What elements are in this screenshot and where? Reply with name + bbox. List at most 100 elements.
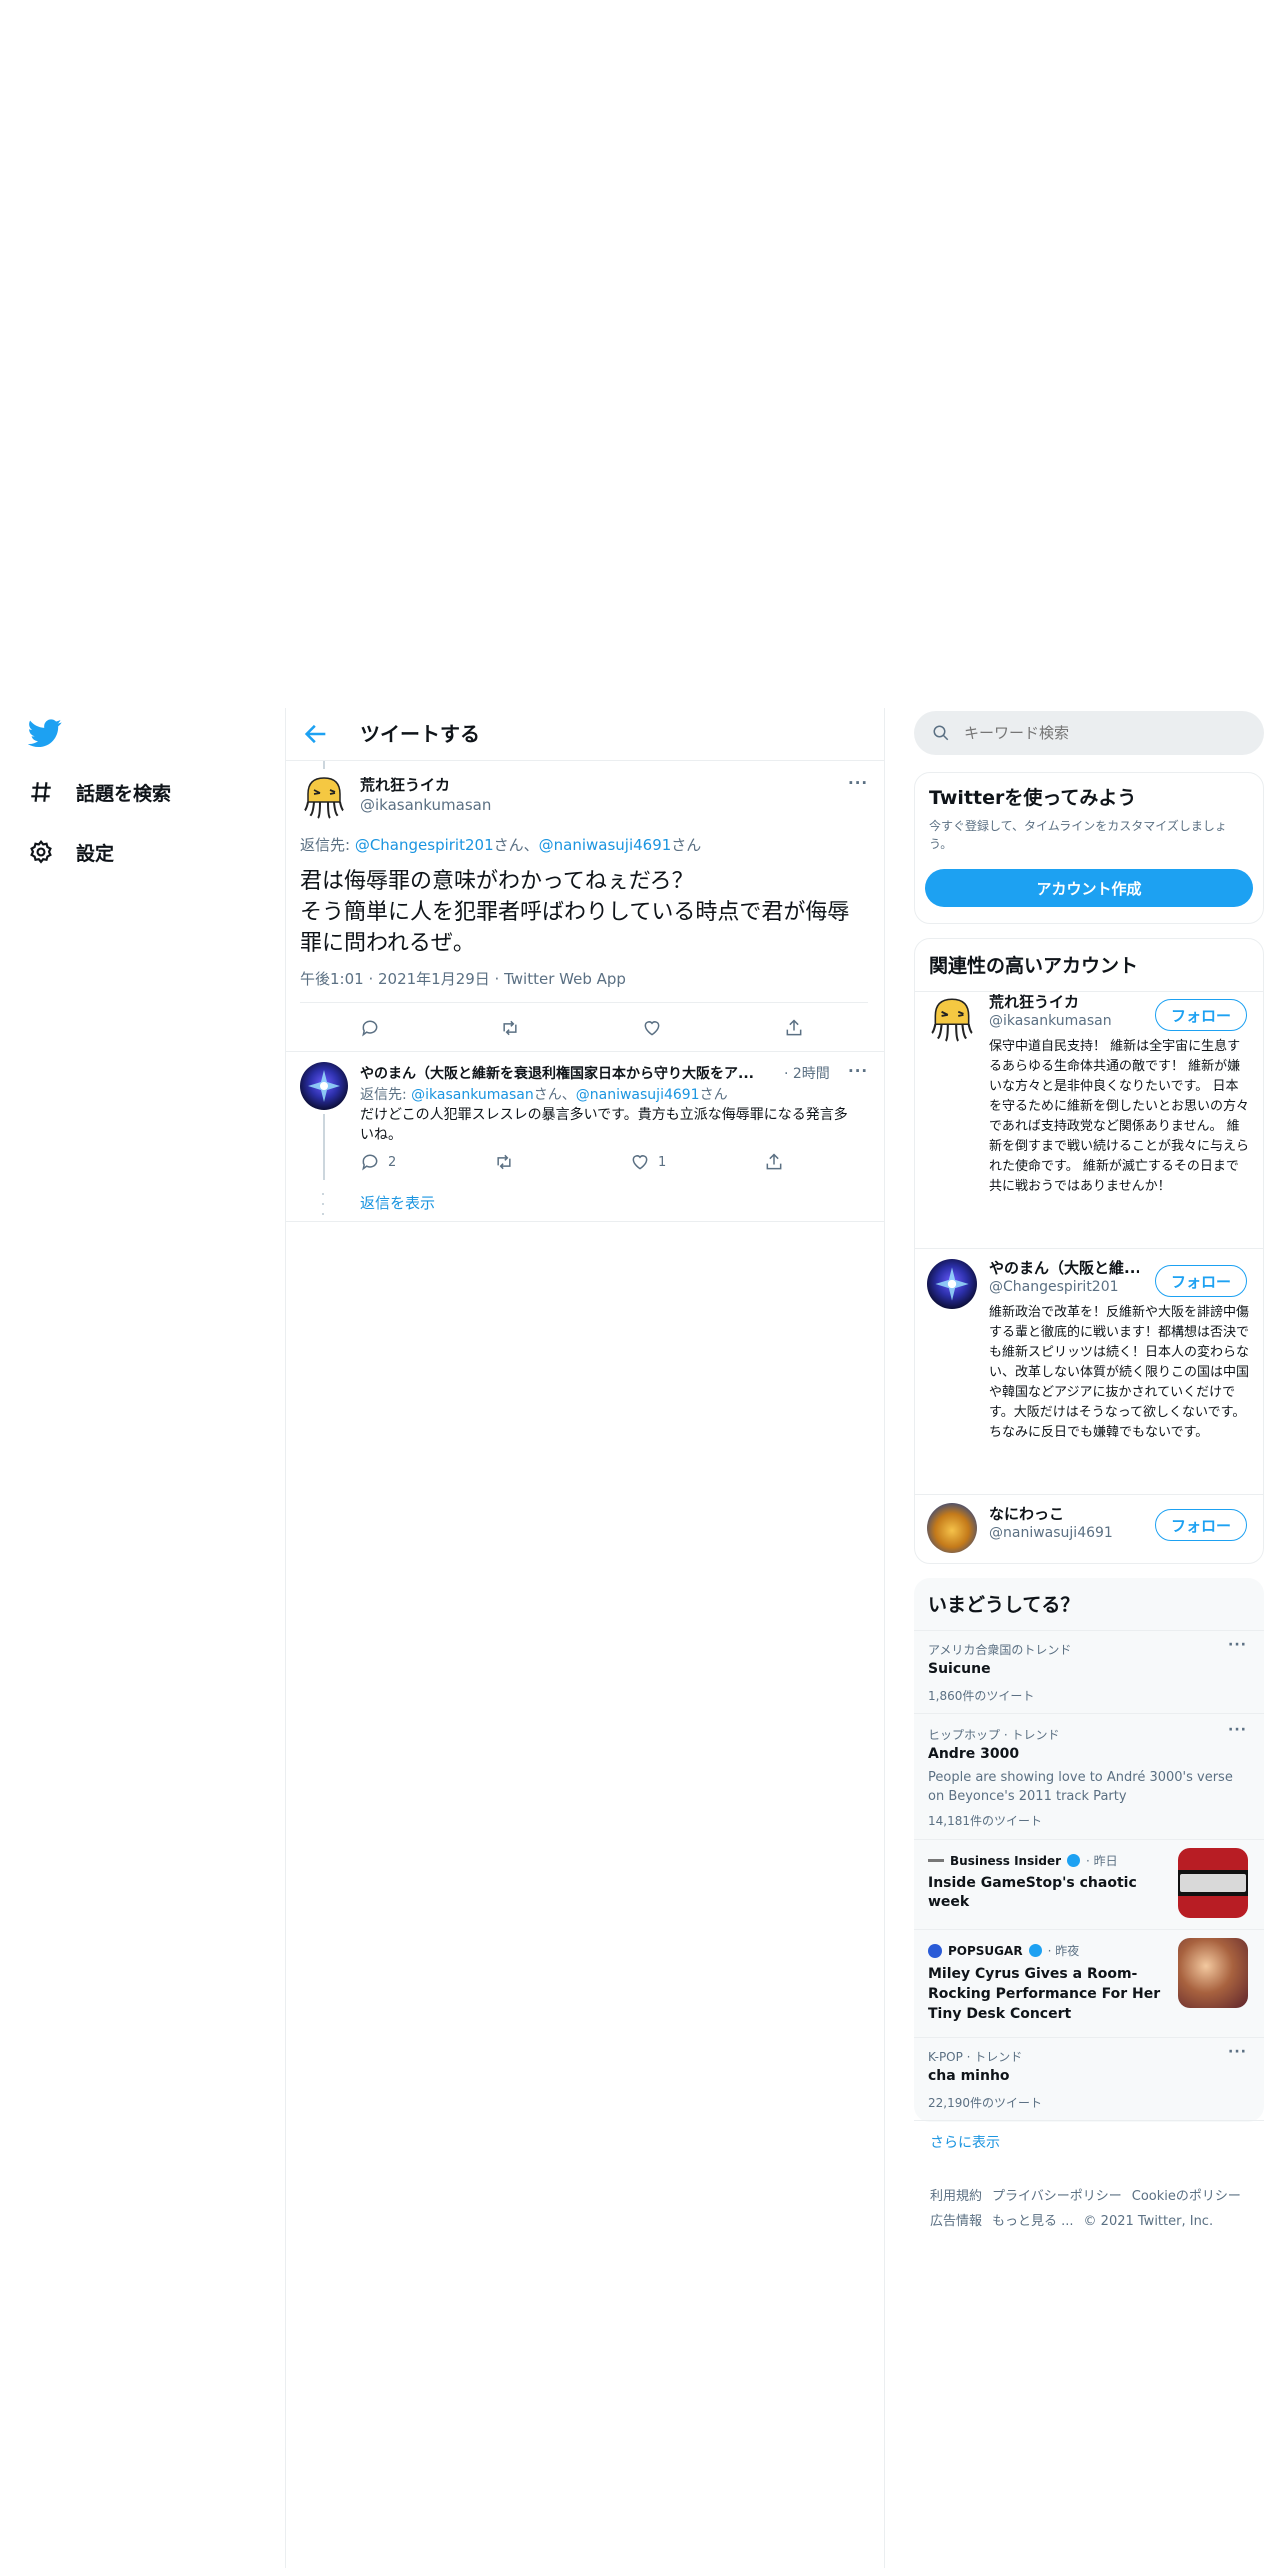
trends-title: いまどうしてる？ — [928, 1594, 1080, 1616]
signup-title: Twitterを使ってみよう — [929, 787, 1137, 809]
follow-button[interactable]: フォロー — [1155, 999, 1247, 1031]
news-thumbnail — [1178, 1938, 1248, 2008]
tweet-text-line: そう簡単に人を犯罪者呼ばわりしている時点で君が侮辱罪に問われるぜ。 — [300, 900, 850, 956]
footer-link-ads[interactable]: 広告情報 — [930, 2214, 982, 2229]
tweet-more-icon[interactable]: ··· — [848, 774, 868, 792]
share-icon[interactable] — [784, 1018, 804, 1042]
news-item[interactable]: POPSUGAR · 昨夜 Miley Cyrus Gives a Room-R… — [914, 1930, 1264, 2038]
footer-link-more[interactable]: もっと見る ... — [992, 2214, 1074, 2229]
reply-share-icon[interactable] — [764, 1152, 784, 1176]
reply-suffix: さん — [671, 836, 702, 854]
account-avatar[interactable] — [927, 1259, 977, 1309]
signup-card: Twitterを使ってみよう 今すぐ登録して、タイムラインをカスタマイズしましょ… — [914, 772, 1264, 924]
hashtag-icon — [31, 782, 51, 802]
nav-explore[interactable]: 話題を検索 — [28, 770, 171, 814]
trend-more-icon[interactable]: ··· — [1228, 1722, 1247, 1738]
reply-count: 2 — [388, 1154, 397, 1170]
trend-desc: People are showing love to André 3000's … — [928, 1770, 1233, 1804]
retweet-icon[interactable] — [500, 1018, 520, 1042]
account-name[interactable]: やのまん（大阪と維... — [989, 1257, 1139, 1278]
news-source-row: Business Insider · 昨日 — [928, 1852, 1118, 1869]
trend-context: ヒップホップ · トレンド — [928, 1728, 1060, 1742]
tweet-meta[interactable]: 午後1:01 · 2021年1月29日 · Twitter Web App — [300, 968, 626, 989]
tweet-author-avatar[interactable] — [300, 772, 348, 820]
reply-retweet-icon[interactable] — [494, 1152, 514, 1176]
account-bio: 保守中道自民支持！ 維新は全宇宙に生息するあらゆる生命体共通の敵です！ 維新が嫌… — [989, 1039, 1250, 1194]
trend-more-icon[interactable]: ··· — [1228, 2044, 1247, 2060]
footer-link-cookies[interactable]: Cookieのポリシー — [1132, 2189, 1241, 2204]
back-arrow-icon[interactable] — [302, 720, 330, 748]
reply-prefix: 返信先: — [360, 1087, 412, 1103]
footer-row: 広告情報 もっと見る ... © 2021 Twitter, Inc. — [930, 2209, 1270, 2234]
news-time: · 昨夜 — [1047, 1944, 1080, 1958]
divider — [915, 1494, 1263, 1495]
follow-button[interactable]: フォロー — [1155, 1265, 1247, 1297]
trend-count: 22,190件のツイート — [928, 2096, 1042, 2110]
main-left-border — [285, 708, 286, 2568]
tweet-text: 君は侮辱罪の意味がわかってねぇだろ？ そう簡単に人を犯罪者呼ばわりしている時点で… — [300, 866, 868, 959]
reply-to-link[interactable]: @naniwasuji4691 — [539, 836, 672, 854]
reply-to-link[interactable]: @naniwasuji4691 — [576, 1087, 700, 1103]
search-input[interactable] — [964, 724, 1224, 742]
tweet-meta-divider — [300, 1002, 868, 1003]
tweet-reply-context: 返信先: @Changespirit201さん、@naniwasuji4691さ… — [300, 834, 701, 855]
like-count: 1 — [658, 1154, 667, 1170]
sidebar-footer: 利用規約 プライバシーポリシー Cookieのポリシー 広告情報 もっと見る ... ©… — [930, 2184, 1270, 2234]
trend-more-icon[interactable]: ··· — [1228, 1637, 1247, 1653]
follow-button[interactable]: フォロー — [1155, 1509, 1247, 1541]
news-headline: Miley Cyrus Gives a Room-Rocking Perform… — [928, 1966, 1161, 2022]
reply-header: やのまん（大阪と維新を衰退利権国家日本から守り大阪をア... — [360, 1063, 830, 1083]
signup-desc: 今すぐ登録して、タイムラインをカスタマイズしましょう。 — [929, 819, 1227, 851]
reply-like-button[interactable]: 1 — [630, 1152, 666, 1172]
account-name[interactable]: 荒れ狂うイカ — [989, 991, 1079, 1012]
divider — [915, 991, 1263, 992]
account-name[interactable]: なにわっこ — [989, 1503, 1064, 1524]
twitter-logo-icon[interactable] — [27, 716, 62, 750]
news-source: Business Insider — [950, 1853, 1061, 1868]
show-replies-link[interactable]: 返信を表示 — [360, 1192, 435, 1213]
reply-author-avatar[interactable] — [300, 1062, 348, 1110]
related-title: 関連性の高いアカウント — [929, 955, 1139, 977]
trends-show-more-link[interactable]: さらに表示 — [930, 2132, 1000, 2152]
account-handle[interactable]: @naniwasuji4691 — [989, 1525, 1113, 1541]
reply-icon — [362, 1154, 378, 1171]
news-item[interactable]: Business Insider · 昨日 Inside GameStop's … — [914, 1840, 1264, 1928]
tweet-author-name[interactable]: 荒れ狂うイカ — [360, 774, 450, 795]
reply-author-name[interactable]: やのまん（大阪と維新を衰退利権国家日本から守り大阪をア... — [360, 1066, 754, 1082]
news-source: POPSUGAR — [948, 1943, 1023, 1958]
reply-more-icon[interactable]: ··· — [848, 1062, 868, 1080]
divider — [914, 2120, 1264, 2121]
trends-card: いまどうしてる？ アメリカ合衆国のトレンド ··· Suicune 1,860件… — [914, 1578, 1264, 2122]
reply-suffix: さん、 — [533, 1087, 576, 1103]
account-handle[interactable]: @Changespirit201 — [989, 1279, 1119, 1295]
trend-item[interactable]: アメリカ合衆国のトレンド ··· Suicune 1,860件のツイート — [914, 1631, 1264, 1713]
news-source-row: POPSUGAR · 昨夜 — [928, 1942, 1079, 1959]
search-icon — [933, 725, 949, 741]
tweet-author-handle[interactable]: @ikasankumasan — [360, 796, 491, 814]
footer-link-privacy[interactable]: プライバシーポリシー — [992, 2189, 1122, 2204]
reply-time[interactable]: · 2時間 — [780, 1063, 830, 1083]
nav-settings[interactable]: 設定 — [28, 830, 114, 874]
reply-prefix: 返信先: — [300, 836, 355, 854]
nav-explore-label: 話題を検索 — [76, 782, 172, 805]
reply-icon[interactable] — [360, 1018, 380, 1042]
main-right-border — [884, 708, 885, 2568]
reply-reply-button[interactable]: 2 — [360, 1152, 396, 1172]
thread-line — [323, 1114, 325, 1180]
search-box[interactable] — [914, 711, 1264, 755]
create-account-button[interactable]: アカウント作成 — [925, 869, 1253, 907]
reply-to-link[interactable]: @Changespirit201 — [355, 836, 494, 854]
like-icon[interactable] — [642, 1018, 662, 1042]
reply-suffix: さん — [699, 1087, 728, 1103]
trend-item[interactable]: K-POP · トレンド ··· cha minho 22,190件のツイート — [914, 2038, 1264, 2120]
reply-context: 返信先: @ikasankumasanさん、@naniwasuji4691さん — [360, 1084, 728, 1104]
trend-count: 14,181件のツイート — [928, 1814, 1042, 1828]
trend-item[interactable]: ヒップホップ · トレンド ··· Andre 3000 People are … — [914, 1714, 1264, 1838]
account-avatar[interactable] — [927, 1503, 977, 1553]
footer-link-terms[interactable]: 利用規約 — [930, 2189, 982, 2204]
reply-to-link[interactable]: @ikasankumasan — [411, 1087, 534, 1103]
gear-icon — [30, 839, 52, 864]
account-avatar[interactable] — [927, 993, 977, 1043]
reply-text: だけどこの人犯罪スレスレの暴言多いです。貴方も立派な侮辱罪になる発言多いね。 — [360, 1107, 848, 1143]
account-handle[interactable]: @ikasankumasan — [989, 1013, 1112, 1029]
